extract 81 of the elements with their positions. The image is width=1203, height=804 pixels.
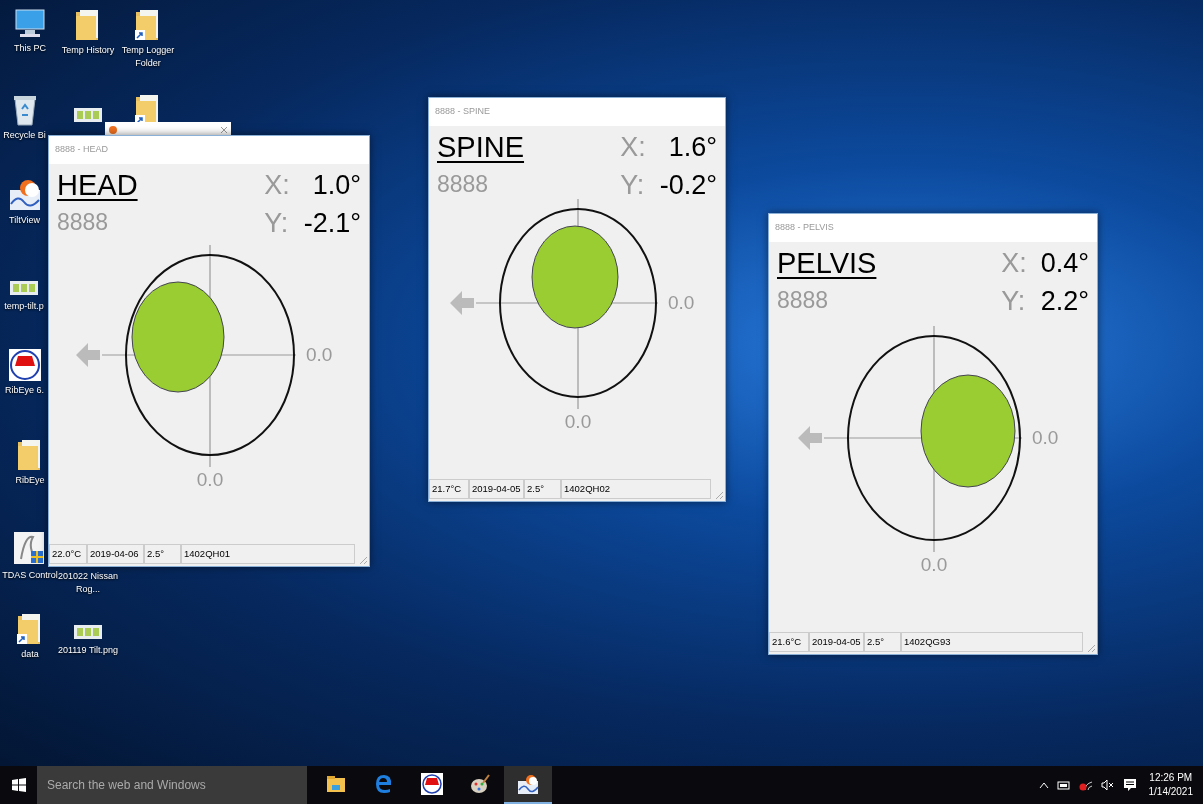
tiltview-app-icon xyxy=(7,178,42,212)
status-field: 22.0°C xyxy=(49,544,87,564)
status-field: 2.5° xyxy=(524,479,561,499)
x-angle-value: 0.4° xyxy=(1040,247,1089,280)
status-field: 2.5° xyxy=(144,544,181,564)
x-axis-zero-label: 0.0 xyxy=(1032,427,1059,449)
y-angle-value: 2.2° xyxy=(1040,285,1089,318)
window-title: 8888 - HEAD xyxy=(55,143,109,157)
status-field: 2.5° xyxy=(864,632,901,652)
search-field[interactable]: Search the web and Windows xyxy=(37,766,307,804)
paint-palette-icon xyxy=(469,773,491,795)
image-file-icon xyxy=(9,278,39,298)
left-arrow-icon xyxy=(798,426,822,450)
x-angle-value: 1.6° xyxy=(667,131,717,164)
y-axis-zero-label: 0.0 xyxy=(564,411,592,433)
desktop-icon-label[interactable]: temp-tilt.p xyxy=(4,300,44,313)
clock-time[interactable]: 12:26 PM xyxy=(1149,771,1193,785)
y-axis-label: Y: xyxy=(620,169,646,202)
status-field: 2019-04-05 xyxy=(809,632,864,652)
image-file-icon xyxy=(73,105,103,125)
close-icon[interactable] xyxy=(220,126,228,134)
battery-icon[interactable] xyxy=(1056,780,1071,790)
desktop-icon-label[interactable]: RibEye xyxy=(15,474,45,487)
desktop-icon-label[interactable]: Temp History xyxy=(61,44,115,57)
left-arrow-icon xyxy=(76,343,100,367)
computer-icon xyxy=(13,8,47,40)
resize-grip-icon[interactable] xyxy=(1086,643,1096,653)
status-field: 21.6°C xyxy=(769,632,809,652)
image-file-icon xyxy=(73,622,103,642)
tdas-app-icon xyxy=(13,531,47,567)
sensor-name: HEAD xyxy=(57,168,138,203)
notification-icon[interactable] xyxy=(1122,778,1137,792)
sensor-name: PELVIS xyxy=(777,246,877,281)
x-axis-label: X: xyxy=(264,169,290,202)
sensor-id: 8888 xyxy=(777,286,830,315)
y-axis-zero-label: 0.0 xyxy=(196,469,224,491)
x-axis-zero-label: 0.0 xyxy=(668,292,695,314)
desktop-icon-label[interactable]: Recycle Bi xyxy=(3,129,46,142)
resize-grip-icon[interactable] xyxy=(714,490,724,500)
desktop-icon-label[interactable]: This PC xyxy=(14,42,46,55)
wifi-warning-icon[interactable] xyxy=(1078,779,1093,791)
taskbar-app-button[interactable] xyxy=(504,766,552,804)
desktop-icon-label[interactable]: 201022 Nissan Rog... xyxy=(57,570,119,596)
x-axis-zero-label: 0.0 xyxy=(306,344,333,366)
status-field: 1402QG93 xyxy=(901,632,1083,652)
desktop-icon-label[interactable]: data xyxy=(21,648,39,661)
status-field: 1402QH02 xyxy=(561,479,711,499)
status-field: 1402QH01 xyxy=(181,544,355,564)
chevron-up-icon[interactable] xyxy=(1038,781,1049,789)
x-angle-value: 1.0° xyxy=(311,169,361,202)
sensor-id: 8888 xyxy=(437,170,490,199)
ribeye-app-icon xyxy=(7,348,42,382)
resize-grip-icon[interactable] xyxy=(358,555,368,565)
window-title: 8888 - SPINE xyxy=(435,105,491,119)
y-axis-label: Y: xyxy=(1001,285,1027,318)
volume-muted-icon[interactable] xyxy=(1100,779,1115,791)
y-axis-zero-label: 0.0 xyxy=(920,554,948,576)
browser-e-icon xyxy=(374,774,394,794)
status-field: 2019-04-05 xyxy=(469,479,524,499)
x-axis-label: X: xyxy=(620,131,646,164)
x-axis-label: X: xyxy=(1001,247,1027,280)
y-axis-label: Y: xyxy=(264,207,290,240)
tiltview-app-icon xyxy=(517,773,539,795)
sensor-name: SPINE xyxy=(437,130,525,165)
y-angle-value: -2.1° xyxy=(303,207,361,240)
status-field: 2019-04-06 xyxy=(87,544,144,564)
app-icon xyxy=(108,125,118,135)
ribeye-app-icon xyxy=(421,773,443,795)
sensor-id: 8888 xyxy=(57,208,110,237)
clock-date[interactable]: 1/14/2021 xyxy=(1148,785,1193,799)
desktop-icon-label[interactable]: TiltView xyxy=(9,214,40,227)
y-angle-value: -0.2° xyxy=(659,169,717,202)
desktop-icon-label[interactable]: TDAS Control xyxy=(2,569,58,582)
desktop-icon-label[interactable]: Temp Logger Folder xyxy=(117,44,179,70)
desktop-icon-label[interactable]: 201119 Tilt.png xyxy=(57,644,119,657)
desktop-icon-label[interactable]: RibEye 6. xyxy=(5,384,44,397)
window-title: 8888 - PELVIS xyxy=(775,221,834,235)
status-field: 21.7°C xyxy=(429,479,469,499)
file-explorer-icon xyxy=(326,775,346,793)
left-arrow-icon xyxy=(450,291,474,315)
windows-logo-icon xyxy=(11,778,26,792)
